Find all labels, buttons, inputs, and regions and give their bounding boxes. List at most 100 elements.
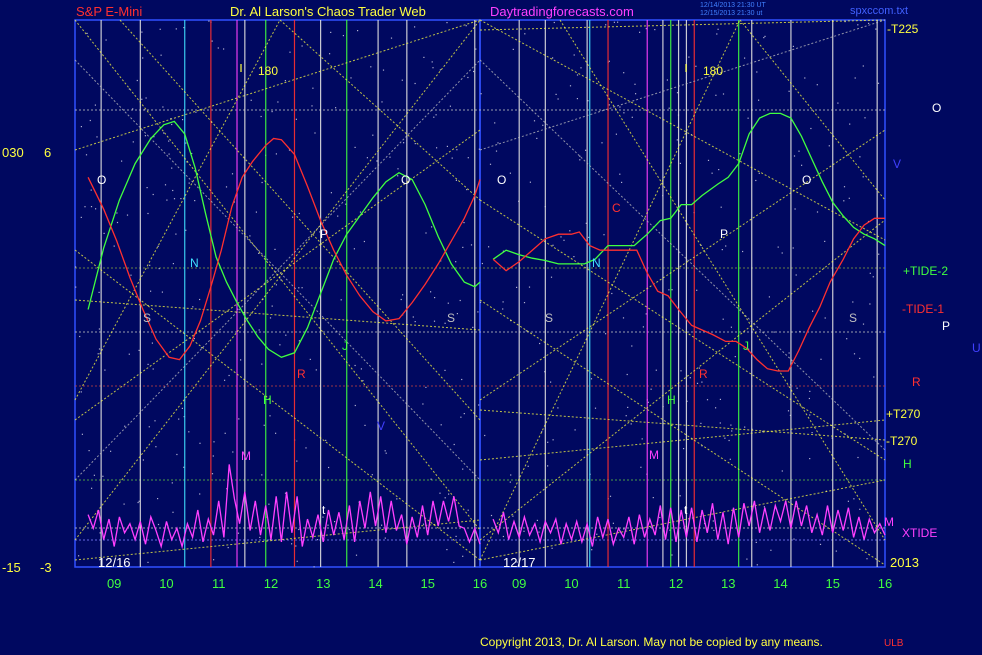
dot xyxy=(585,149,587,151)
dot xyxy=(412,316,414,318)
dot xyxy=(258,252,260,254)
dot xyxy=(478,404,480,406)
dot xyxy=(798,150,800,152)
panel-marker: P xyxy=(320,227,328,241)
dot xyxy=(269,415,271,417)
dot xyxy=(713,529,715,531)
dot xyxy=(414,26,416,28)
x-tick-label: 10 xyxy=(159,576,173,591)
dot xyxy=(497,142,499,144)
dot xyxy=(132,141,134,143)
dot xyxy=(764,35,766,37)
dot xyxy=(553,21,555,24)
dot xyxy=(311,105,313,107)
dot xyxy=(455,535,457,537)
dot xyxy=(854,77,856,79)
dot xyxy=(459,299,461,302)
dot xyxy=(837,102,839,104)
dot xyxy=(157,498,159,500)
dot xyxy=(295,545,297,547)
dot xyxy=(627,406,629,408)
dot xyxy=(626,373,628,376)
panel-marker: 180 xyxy=(703,64,723,78)
dot xyxy=(143,109,146,111)
dot xyxy=(279,344,281,346)
dot xyxy=(623,528,625,530)
dot xyxy=(261,363,263,365)
dot xyxy=(91,487,93,489)
x-tick-label: 12 xyxy=(669,576,683,591)
dot xyxy=(666,79,668,81)
dot xyxy=(722,93,725,95)
dot xyxy=(724,437,726,439)
dot xyxy=(298,528,300,531)
dot xyxy=(788,90,790,92)
dot xyxy=(212,455,214,457)
dot xyxy=(611,292,613,295)
dot xyxy=(238,418,240,420)
dot xyxy=(619,173,621,175)
dot xyxy=(488,246,490,248)
dot xyxy=(105,39,107,41)
panel-marker: O xyxy=(802,173,811,187)
dot xyxy=(397,168,399,170)
dot xyxy=(86,32,88,34)
dot xyxy=(846,338,848,340)
dot xyxy=(168,153,170,155)
dot xyxy=(147,212,149,215)
dot xyxy=(149,264,151,266)
dot xyxy=(502,301,504,303)
dot xyxy=(652,497,654,499)
dot xyxy=(722,318,724,320)
dot xyxy=(634,83,636,85)
day1-label: 12/16 xyxy=(98,555,131,570)
symbol-label: S&P E-Mini xyxy=(76,4,142,19)
dot xyxy=(144,135,146,137)
dot xyxy=(430,291,432,293)
right-label: M xyxy=(884,515,894,529)
x-tick-label: 13 xyxy=(316,576,330,591)
dot xyxy=(794,208,796,210)
right-label: +TIDE-2 xyxy=(903,264,948,278)
dot xyxy=(857,24,859,26)
dot xyxy=(683,448,685,450)
dot xyxy=(859,156,861,158)
right-label: H xyxy=(903,457,912,471)
dot xyxy=(792,247,794,249)
dot xyxy=(263,424,265,426)
dot xyxy=(641,438,643,440)
dot xyxy=(301,287,303,289)
dot xyxy=(608,60,610,62)
dot xyxy=(795,274,797,276)
panel-marker: P xyxy=(720,227,728,241)
dot xyxy=(175,28,177,30)
right-label: R xyxy=(912,375,921,389)
dot xyxy=(574,429,576,431)
dot xyxy=(864,117,866,119)
dot xyxy=(116,212,118,214)
dot xyxy=(447,302,449,304)
dot xyxy=(528,286,531,288)
dot xyxy=(475,48,477,50)
dot xyxy=(141,31,143,33)
dot xyxy=(816,84,818,86)
dot xyxy=(137,501,139,504)
dot xyxy=(747,117,749,119)
dot xyxy=(261,474,263,476)
dot xyxy=(296,460,298,462)
dot xyxy=(552,244,554,246)
dot xyxy=(671,289,673,291)
dot xyxy=(576,74,579,76)
dot xyxy=(181,407,183,409)
stamp-line-2: 12/15/2013 21:30 ut xyxy=(700,10,762,17)
dot xyxy=(199,493,201,495)
dot xyxy=(809,458,811,460)
dot xyxy=(249,235,251,237)
dot xyxy=(277,101,279,103)
dot xyxy=(172,189,174,192)
dot xyxy=(102,475,104,477)
dot xyxy=(746,558,748,560)
dot xyxy=(812,310,814,312)
panel-marker: M xyxy=(649,448,659,462)
dot xyxy=(613,21,615,23)
